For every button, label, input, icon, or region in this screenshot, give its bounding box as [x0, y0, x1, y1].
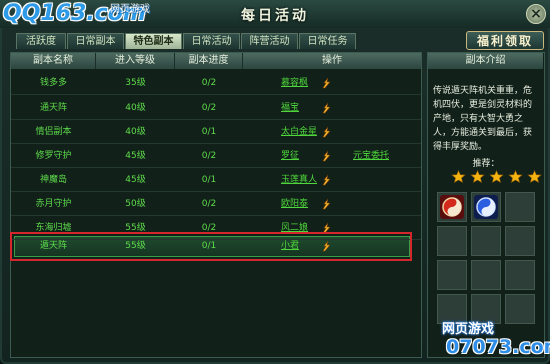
- instance-action: 玉莲真人: [243, 168, 421, 192]
- table-header: 副本名称 进入等级 副本进度 操作: [11, 53, 421, 69]
- header-name: 副本名称: [11, 53, 96, 69]
- header-level: 进入等级: [96, 53, 175, 69]
- table-row[interactable]: 神魔岛 45级 0/1 玉莲真人: [11, 168, 421, 192]
- entrust-link[interactable]: 元宝委托: [353, 144, 389, 168]
- instance-name: 赤月守护: [35, 199, 72, 209]
- tab-daily-quests[interactable]: 日常任务: [299, 33, 356, 49]
- reward-slot[interactable]: [505, 226, 535, 256]
- star-icon: [527, 170, 542, 183]
- instance-action: 慕容枫: [243, 71, 421, 95]
- table-row[interactable]: 情侣副本 40级 0/1 太白金星: [11, 120, 421, 144]
- reward-slot[interactable]: [437, 260, 467, 290]
- star-icon: [508, 170, 523, 183]
- intro-text: 传说遁天阵机关重重，危机四伏，更是剑灵材料的产地，只有大智大勇之人，方能通关到最…: [433, 86, 533, 152]
- header-action: 操作: [322, 55, 342, 66]
- instance-progress: 0/2: [201, 199, 217, 209]
- star-icon: [489, 170, 504, 183]
- npc-link[interactable]: 欧阳泰: [281, 192, 308, 216]
- tab-daily-instance[interactable]: 日常副本: [67, 33, 124, 49]
- close-button[interactable]: ×: [526, 4, 546, 24]
- auto-path-icon[interactable]: [321, 77, 333, 89]
- star-icon: [451, 170, 466, 183]
- instance-name: 通天阵: [39, 103, 67, 113]
- reward-slot[interactable]: [505, 260, 535, 290]
- auto-path-icon[interactable]: [321, 102, 333, 114]
- instance-progress: 0/2: [201, 78, 217, 88]
- reward-slot[interactable]: [471, 226, 501, 256]
- window-title: 每日活动: [241, 8, 309, 24]
- npc-link[interactable]: 太白金星: [281, 120, 317, 144]
- intro-header: 副本介绍: [428, 53, 543, 69]
- table-row[interactable]: 钱多多 35级 0/2 慕容枫: [11, 71, 421, 95]
- auto-path-icon[interactable]: [321, 150, 333, 162]
- instance-level: 35级: [125, 78, 146, 88]
- tab-faction-events[interactable]: 阵营活动: [241, 33, 298, 49]
- instance-progress: 0/2: [201, 103, 217, 113]
- watermark-line1: 网页游戏: [442, 322, 495, 337]
- recommend-label: 推荐：: [472, 159, 500, 169]
- tab-daily-events[interactable]: 日常活动: [183, 33, 240, 49]
- npc-link[interactable]: 福宝: [281, 96, 299, 120]
- reward-slot[interactable]: [437, 192, 467, 222]
- red-highlight-box: [10, 232, 412, 261]
- instance-action: 欧阳泰: [243, 192, 421, 216]
- instance-level: 40级: [125, 103, 146, 113]
- instance-progress: 0/1: [201, 127, 217, 137]
- instance-name: 钱多多: [39, 78, 67, 88]
- reward-slot[interactable]: [437, 226, 467, 256]
- instance-action: 福宝: [243, 96, 421, 120]
- tab-special-instance[interactable]: 特色副本: [125, 33, 182, 49]
- table-row[interactable]: 修罗守护 45级 0/2 罗征 元宝委托: [11, 144, 421, 168]
- instance-progress: 0/1: [201, 175, 217, 185]
- claim-welfare-button[interactable]: 福利领取: [466, 31, 544, 50]
- tab-bar: 活跃度 日常副本 特色副本 日常活动 阵营活动 日常任务: [16, 33, 357, 49]
- instance-progress: 0/2: [201, 151, 217, 161]
- instance-level: 45级: [125, 151, 146, 161]
- site-watermark: 网页游戏 07073.com: [438, 318, 550, 364]
- header-progress: 副本进度: [175, 53, 243, 69]
- blue-skill-icon: [474, 195, 498, 219]
- star-icon: [470, 170, 485, 183]
- instance-name: 修罗守护: [35, 151, 72, 161]
- recommend-stars: [451, 170, 546, 183]
- tab-activity[interactable]: 活跃度: [16, 33, 66, 49]
- auto-path-icon[interactable]: [321, 126, 333, 138]
- npc-link[interactable]: 罗征: [281, 144, 299, 168]
- table-row[interactable]: 赤月守护 50级 0/2 欧阳泰: [11, 192, 421, 216]
- instance-name: 神魔岛: [39, 175, 67, 185]
- auto-path-icon[interactable]: [321, 174, 333, 186]
- instance-action: 罗征 元宝委托: [243, 144, 421, 168]
- table-row[interactable]: 通天阵 40级 0/2 福宝: [11, 96, 421, 120]
- instance-name: 情侣副本: [35, 127, 72, 137]
- npc-link[interactable]: 玉莲真人: [281, 168, 317, 192]
- watermark-line2: 07073.com: [446, 336, 550, 358]
- reward-slot[interactable]: [471, 260, 501, 290]
- reward-slot[interactable]: [505, 192, 535, 222]
- instance-level: 45级: [125, 175, 146, 185]
- instance-level: 40级: [125, 127, 146, 137]
- instance-level: 50级: [125, 199, 146, 209]
- red-skill-icon: [440, 195, 464, 219]
- auto-path-icon[interactable]: [321, 198, 333, 210]
- reward-slot[interactable]: [471, 192, 501, 222]
- instance-action: 太白金星: [243, 120, 421, 144]
- npc-link[interactable]: 慕容枫: [281, 71, 308, 95]
